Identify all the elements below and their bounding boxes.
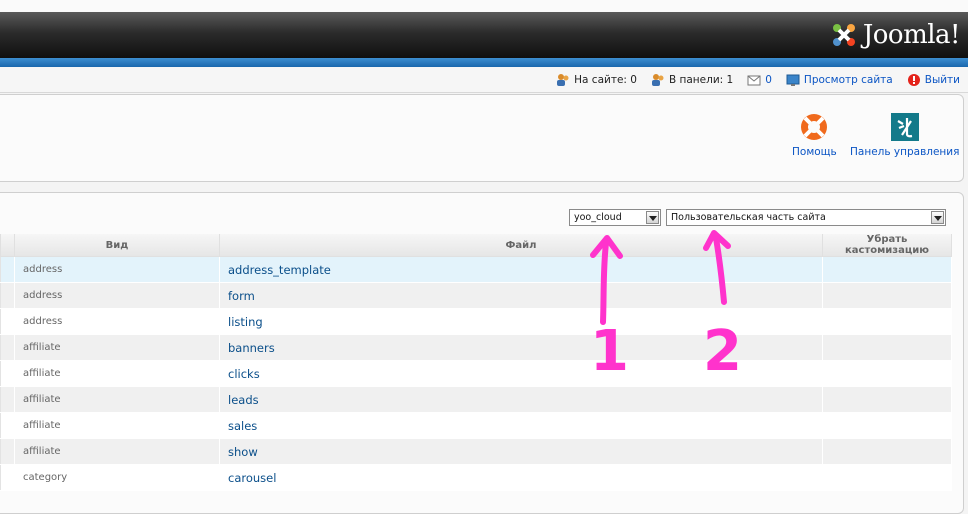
- hand-drawn-annotations: 1 2: [590, 230, 742, 384]
- arrow-one: [590, 235, 623, 325]
- arrow-two: [703, 230, 731, 305]
- annotation-number-one: 1: [590, 319, 629, 384]
- annotation-number-two: 2: [703, 319, 742, 384]
